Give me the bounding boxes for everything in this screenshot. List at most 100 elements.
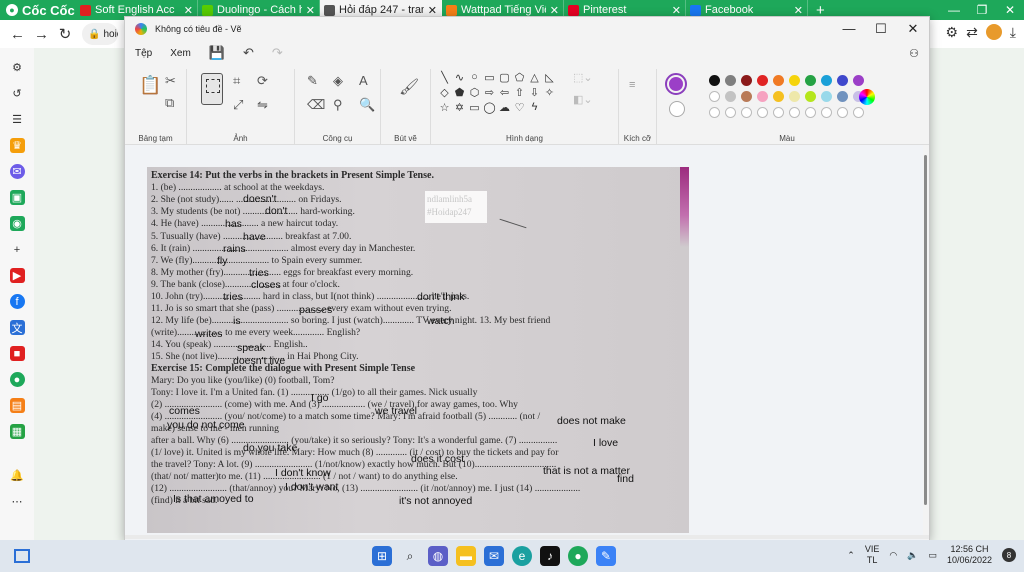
share-icon[interactable]: ⚇	[909, 47, 919, 60]
paste-icon[interactable]: 📋	[139, 75, 161, 96]
close-icon[interactable]: ✕	[184, 4, 193, 17]
eraser-icon[interactable]: ⌫	[307, 97, 325, 113]
curve-icon[interactable]: ∿	[452, 71, 467, 86]
volume-icon[interactable]: 🔈	[907, 550, 918, 561]
star4-icon[interactable]: ✧	[542, 86, 557, 101]
maximize-icon[interactable]: ☐	[865, 21, 897, 37]
file-explorer-icon[interactable]: ▬	[456, 546, 476, 566]
right-triangle-icon[interactable]: ◺	[542, 71, 557, 86]
close-icon[interactable]: ✕	[996, 0, 1024, 20]
oval-icon[interactable]: ○	[467, 71, 482, 86]
close-icon[interactable]: ✕	[428, 4, 437, 17]
callout-cloud-icon[interactable]: ☁	[497, 101, 512, 116]
tiktok-icon[interactable]: ♪	[540, 546, 560, 566]
lightning-icon[interactable]: ϟ	[527, 101, 542, 116]
color-swatch[interactable]	[741, 75, 752, 86]
star6-icon[interactable]: ✡	[452, 101, 467, 116]
flip-icon[interactable]: ⇋	[257, 97, 268, 113]
save-icon[interactable]: 💾	[209, 45, 225, 61]
select-tool[interactable]	[201, 73, 223, 105]
app-icon[interactable]: ■	[9, 346, 25, 361]
cut-icon[interactable]: ✂	[165, 73, 176, 89]
maximize-icon[interactable]: ❐	[968, 0, 996, 20]
color-swatch[interactable]	[725, 91, 736, 102]
resize-icon[interactable]: ⤢	[233, 97, 243, 113]
extension-icon[interactable]: ⚙	[946, 24, 959, 41]
shop-icon[interactable]: ▤	[9, 398, 25, 413]
color-swatch[interactable]	[789, 91, 800, 102]
color-swatch[interactable]	[741, 107, 752, 118]
undo-icon[interactable]: ↶	[243, 45, 254, 61]
current-color-2[interactable]	[669, 101, 685, 117]
game-icon[interactable]: ◉	[9, 216, 25, 231]
notes-icon[interactable]: ☰	[10, 112, 25, 127]
chat-icon[interactable]: ●	[9, 372, 25, 387]
triangle-icon[interactable]: △	[527, 71, 542, 86]
bell-icon[interactable]: 🔔	[10, 468, 25, 483]
start-icon[interactable]: ⊞	[372, 546, 392, 566]
color-swatch[interactable]	[821, 75, 832, 86]
color-swatch[interactable]	[789, 107, 800, 118]
edit-colors-icon[interactable]	[859, 89, 875, 105]
battery-icon[interactable]: ▭	[928, 550, 937, 561]
pentagon-icon[interactable]: ⬟	[452, 86, 467, 101]
vertical-scrollbar[interactable]	[923, 145, 929, 540]
crop-icon[interactable]: ⌗	[233, 73, 240, 89]
notification-badge[interactable]: 8	[1002, 548, 1016, 562]
diamond-icon[interactable]: ◇	[437, 86, 452, 101]
pencil-icon[interactable]: ✎	[307, 73, 318, 89]
forward-icon[interactable]: →	[34, 26, 49, 43]
color-swatch[interactable]	[757, 75, 768, 86]
arrow-up-icon[interactable]: ⇧	[512, 86, 527, 101]
rotate-icon[interactable]: ⟳	[257, 73, 268, 89]
color-swatch[interactable]	[805, 107, 816, 118]
facebook-icon[interactable]: f	[9, 294, 25, 309]
download-icon[interactable]: ⤓	[1010, 24, 1016, 41]
wifi-icon[interactable]: ◠	[889, 550, 897, 561]
color-swatch[interactable]	[709, 75, 720, 86]
color-swatch[interactable]	[837, 91, 848, 102]
color-swatch[interactable]	[757, 107, 768, 118]
search-icon[interactable]: ⌕	[400, 546, 420, 566]
color-swatch[interactable]	[709, 107, 720, 118]
back-icon[interactable]: ←	[10, 26, 25, 43]
copy-icon[interactable]: ⧉	[165, 95, 174, 111]
minimize-icon[interactable]: —	[940, 0, 968, 20]
messenger-icon[interactable]: ✉	[9, 164, 25, 179]
brush-icon[interactable]: 🖌	[399, 77, 419, 97]
polygon-icon[interactable]: ⬠	[512, 71, 527, 86]
redo-icon[interactable]: ↷	[272, 45, 283, 61]
callout-oval-icon[interactable]: ◯	[482, 101, 497, 116]
rectangle-icon[interactable]: ▭	[482, 71, 497, 86]
color-swatch[interactable]	[837, 75, 848, 86]
arrow-left-icon[interactable]: ⇦	[497, 86, 512, 101]
canvas-area[interactable]: Exercise 14: Put the verbs in the bracke…	[125, 145, 925, 540]
close-icon[interactable]: ✕	[306, 4, 315, 17]
rounded-rect-icon[interactable]: ▢	[497, 71, 512, 86]
color-swatch[interactable]	[725, 107, 736, 118]
clock[interactable]: 12:56 CH 10/06/2022	[947, 544, 992, 566]
color-swatch[interactable]	[805, 75, 816, 86]
avatar[interactable]	[985, 24, 1002, 40]
close-icon[interactable]: ✕	[550, 4, 559, 17]
close-icon[interactable]: ✕	[897, 21, 929, 37]
menu-file[interactable]: Tệp	[135, 48, 152, 59]
fill-icon[interactable]: ◈	[333, 73, 343, 89]
address-bar[interactable]: 🔒 hoid	[82, 23, 118, 45]
youtube-icon[interactable]: ▶	[9, 268, 25, 283]
arrow-right-icon[interactable]: ⇨	[482, 86, 497, 101]
color-swatch[interactable]	[725, 75, 736, 86]
menu-view[interactable]: Xem	[170, 48, 191, 59]
line-icon[interactable]: ╲	[437, 71, 452, 86]
color-swatch[interactable]	[853, 107, 864, 118]
hexagon-icon[interactable]: ⬡	[467, 86, 482, 101]
stroke-size-icon[interactable]: ≡	[629, 79, 635, 91]
color-picker-icon[interactable]: ⚲	[333, 97, 343, 113]
color-swatch[interactable]	[805, 91, 816, 102]
browser-brand[interactable]: ● Cốc Cốc	[0, 0, 76, 20]
color-swatch[interactable]	[821, 107, 832, 118]
color-swatch[interactable]	[773, 75, 784, 86]
fill-style-icon[interactable]: ◧⌄	[573, 93, 593, 106]
color-swatch[interactable]	[741, 91, 752, 102]
color-swatch[interactable]	[821, 91, 832, 102]
